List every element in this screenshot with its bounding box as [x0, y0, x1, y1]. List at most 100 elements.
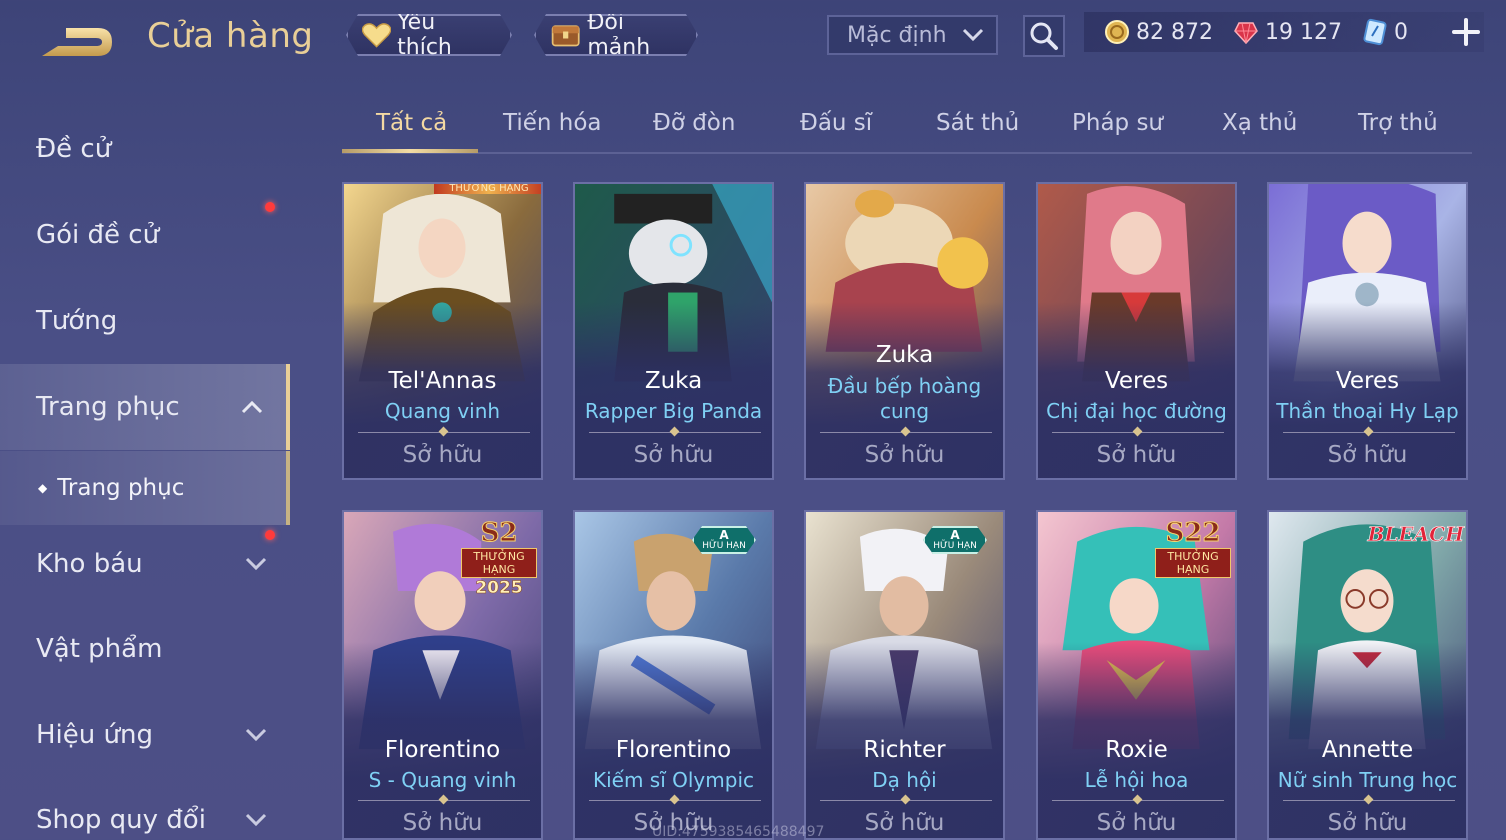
- limited-badge: A HỮU HẠN: [923, 526, 987, 554]
- chevron-down-icon: [962, 28, 984, 42]
- season-badge: S2 THƯỞNG HẠNG 2025: [461, 518, 537, 598]
- tab-all[interactable]: Tất cả: [376, 110, 447, 136]
- skin-card[interactable]: A HỮU HẠN Richter Dạ hội Sở hữu: [804, 510, 1005, 840]
- sidebar-item-treasure[interactable]: Kho báu: [0, 521, 290, 607]
- card-divider: [820, 800, 992, 801]
- season-rank-label: THƯỞNG HẠNG: [461, 548, 537, 578]
- hero-name: Veres: [1104, 368, 1169, 394]
- season-year: 2025: [475, 578, 523, 599]
- skin-card[interactable]: A HỮU HẠN Florentino Kiếm sĩ Olympic Sở …: [573, 510, 774, 840]
- search-button[interactable]: [1023, 15, 1065, 57]
- card-divider: [1052, 800, 1224, 801]
- skin-card[interactable]: Veres Thần thoại Hy Lạp Sở hữu: [1267, 182, 1468, 480]
- skin-name: Thần thoại Hy Lạp: [1276, 399, 1459, 423]
- skin-card[interactable]: S22 THƯỞNG HẠNG Roxie Lễ hội hoa Sở hữu: [1036, 510, 1237, 840]
- hero-name: Veres: [1335, 368, 1400, 394]
- collab-badge: BLEACH: [1367, 522, 1464, 547]
- gold-amount: 82 872: [1136, 19, 1213, 45]
- grade-label: A: [950, 528, 960, 542]
- voucher-currency: 0: [1362, 18, 1408, 46]
- season-label: S22: [1165, 518, 1221, 549]
- skin-card[interactable]: Zuka Rapper Big Panda Sở hữu: [573, 182, 774, 480]
- gold-coin-icon: [1105, 20, 1129, 44]
- heart-icon: [362, 22, 391, 48]
- hero-name: Florentino: [384, 737, 501, 763]
- sidebar-item-featured-bundles[interactable]: Gói đề cử: [0, 192, 290, 278]
- sidebar-subitem-label: Trang phục: [57, 475, 185, 501]
- diamond-bullet-icon: ◆: [38, 481, 48, 495]
- sidebar-item-exchange-shop[interactable]: Shop quy đổi: [0, 777, 290, 840]
- uid-watermark: UID:4759385465488497: [652, 824, 825, 840]
- tab-evolution[interactable]: Tiến hóa: [503, 110, 602, 136]
- card-divider: [1052, 432, 1224, 433]
- red-gem-icon: [1234, 22, 1258, 45]
- gold-currency: 82 872: [1104, 19, 1213, 45]
- owned-status: Sở hữu: [402, 442, 483, 468]
- skin-name: Kiếm sĩ Olympic: [592, 768, 754, 792]
- skin-name: Dạ hội: [872, 768, 937, 792]
- card-divider: [1283, 432, 1455, 433]
- owned-status: Sở hữu: [1327, 442, 1408, 468]
- sort-dropdown[interactable]: Mặc định: [827, 15, 998, 55]
- sidebar-item-label: Vật phẩm: [36, 634, 163, 664]
- hero-name: Florentino: [615, 737, 732, 763]
- tab-support[interactable]: Trợ thủ: [1358, 110, 1438, 136]
- currency-bar: 82 872 19 127 0: [1084, 12, 1484, 52]
- skin-card[interactable]: Veres Chị đại học đường Sở hữu: [1036, 182, 1237, 480]
- sidebar-item-label: Kho báu: [36, 549, 143, 579]
- sidebar-item-heroes[interactable]: Tướng: [0, 278, 290, 364]
- favorites-button[interactable]: Yêu thích: [346, 14, 512, 56]
- tab-assassin[interactable]: Sát thủ: [936, 110, 1019, 136]
- tab-fighter[interactable]: Đấu sĩ: [800, 110, 872, 136]
- back-button[interactable]: [36, 22, 116, 62]
- skin-card[interactable]: S2 THƯỞNG HẠNG 2025 Florentino S - Quang…: [342, 510, 543, 840]
- season-rank-label: THƯỞNG HẠNG: [1155, 548, 1231, 578]
- treasure-chest-icon: [550, 19, 581, 51]
- sidebar-item-featured[interactable]: Đề cử: [0, 106, 290, 192]
- skin-name: Quang vinh: [384, 399, 501, 423]
- hero-name: Zuka: [644, 368, 703, 394]
- active-tab-indicator: [342, 149, 478, 153]
- skin-card[interactable]: BLEACH Annette Nữ sinh Trung học Sở hữu: [1267, 510, 1468, 840]
- owned-status: Sở hữu: [402, 810, 483, 836]
- back-arrow-icon: [42, 28, 112, 56]
- tab-marksman[interactable]: Xạ thủ: [1222, 110, 1297, 136]
- sidebar-item-label: Trang phục: [36, 392, 180, 422]
- sort-value: Mặc định: [847, 22, 947, 48]
- tab-mage[interactable]: Pháp sư: [1072, 110, 1163, 136]
- chevron-up-icon: [241, 400, 263, 414]
- skin-card[interactable]: THƯỞNG HẠNG Tel'Annas Quang vinh Sở hữu: [342, 182, 543, 480]
- sidebar-item-label: Hiệu ứng: [36, 720, 153, 750]
- sidebar-item-effects[interactable]: Hiệu ứng: [0, 692, 290, 778]
- limited-badge: A HỮU HẠN: [692, 526, 756, 554]
- owned-status: Sở hữu: [1096, 442, 1177, 468]
- skin-name: Chị đại học đường: [1046, 399, 1227, 423]
- owned-status: Sở hữu: [864, 442, 945, 468]
- hero-name: Roxie: [1105, 737, 1168, 763]
- season-badge: S22 THƯỞNG HẠNG: [1155, 518, 1231, 578]
- gem-amount: 19 127: [1264, 19, 1342, 45]
- voucher-icon: [1363, 18, 1387, 46]
- sidebar-subitem-skins[interactable]: ◆ Trang phục: [0, 451, 290, 525]
- exchange-fragments-button[interactable]: Đổi mảnh: [534, 14, 698, 56]
- chevron-down-icon: [245, 557, 267, 571]
- search-icon: [1030, 22, 1058, 50]
- tab-tank[interactable]: Đỡ đòn: [653, 110, 735, 136]
- sidebar-item-label: Tướng: [36, 306, 118, 336]
- card-divider: [820, 432, 992, 433]
- rank-strip: THƯỞNG HẠNG: [434, 183, 541, 194]
- exchange-label: Đổi mảnh: [587, 10, 651, 60]
- owned-status: Sở hữu: [1096, 810, 1177, 836]
- card-divider: [1283, 800, 1455, 801]
- skin-card[interactable]: Zuka Đầu bếp hoàng cung Sở hữu: [804, 182, 1005, 480]
- sidebar-item-items[interactable]: Vật phẩm: [0, 606, 290, 692]
- hero-name: Zuka: [875, 342, 934, 368]
- top-up-button[interactable]: [1448, 14, 1484, 50]
- sidebar-item-label: Shop quy đổi: [36, 805, 206, 835]
- sidebar: Đề cử Gói đề cử Tướng Trang phục ◆ Trang…: [0, 100, 290, 840]
- grade-label: A: [719, 528, 729, 542]
- skin-name: Lễ hội hoa: [1084, 768, 1189, 792]
- page-title: Cửa hàng: [147, 16, 314, 56]
- rank-strip-label: THƯỞNG HẠNG: [449, 183, 529, 194]
- sidebar-item-skins[interactable]: Trang phục: [0, 364, 290, 450]
